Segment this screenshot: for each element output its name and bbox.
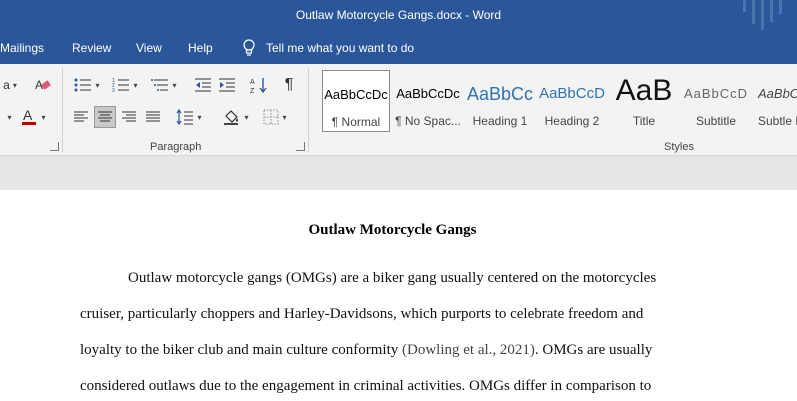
multilevel-list-icon bbox=[151, 79, 169, 91]
paint-bucket-icon bbox=[224, 110, 239, 125]
paragraph-line-4: considered outlaws due to the engagement… bbox=[80, 378, 652, 394]
increase-indent-button[interactable] bbox=[216, 74, 238, 96]
style-title-sample: AaB bbox=[615, 74, 673, 107]
style-subtle-emphasis-sample: AaBbCcD bbox=[758, 86, 797, 101]
title-bar: Outlaw Motorcycle Gangs.docx - Word bbox=[0, 0, 797, 32]
font-color-button[interactable]: A ▾ bbox=[16, 106, 50, 128]
style-normal-sample: AaBbCcDc bbox=[324, 87, 388, 102]
style-heading-1-name: Heading 1 bbox=[472, 114, 528, 128]
styles-gallery: AaBbCcDc ¶ Normal AaBbCcDc ¶ No Spac... … bbox=[318, 70, 797, 132]
style-heading-1-sample: AaBbCc bbox=[466, 84, 534, 104]
citation: (Dowling et al., 2021) bbox=[402, 342, 535, 358]
styles-group-label: Styles bbox=[664, 141, 694, 153]
style-no-spacing-name: ¶ No Spac... bbox=[395, 114, 461, 128]
svg-text:3: 3 bbox=[112, 88, 115, 93]
style-subtitle-sample: AaBbCcD bbox=[683, 86, 749, 101]
increase-indent-icon bbox=[219, 78, 235, 92]
document-page[interactable]: Outlaw Motorcycle Gangs Outlaw motorcycl… bbox=[0, 190, 797, 401]
borders-icon bbox=[263, 109, 279, 125]
highlight-dropdown[interactable]: ▾ bbox=[0, 106, 16, 128]
font-dialog-launcher[interactable] bbox=[50, 142, 59, 151]
show-formatting-button[interactable]: ¶ bbox=[278, 74, 300, 96]
font-size-dropdown[interactable]: a ▾ bbox=[0, 74, 20, 96]
style-title-name: Title bbox=[632, 114, 656, 128]
decrease-indent-icon bbox=[195, 78, 211, 92]
style-subtle-emphasis[interactable]: AaBbCcD Subtle E bbox=[754, 70, 797, 132]
ribbon: a ▾ A ▾ A ▾ ▾ 1 2 3 ▾ ▾ A Z ¶ ▾ ▾ ▾ Para… bbox=[0, 64, 797, 156]
justify-icon bbox=[146, 111, 160, 122]
numbered-list-icon: 1 2 3 bbox=[112, 78, 130, 93]
svg-text:Z: Z bbox=[250, 88, 255, 94]
paragraph-dialog-launcher[interactable] bbox=[296, 142, 305, 151]
style-no-spacing-sample: AaBbCcDc bbox=[396, 86, 460, 101]
paragraph-group-label: Paragraph bbox=[150, 141, 202, 153]
sort-icon: A Z bbox=[250, 78, 267, 94]
align-left-icon bbox=[74, 111, 88, 122]
title-bar-decoration bbox=[743, 0, 785, 30]
eraser-icon: A bbox=[35, 78, 51, 92]
tab-review[interactable]: Review bbox=[72, 41, 111, 55]
style-title[interactable]: AaB Title bbox=[610, 70, 678, 132]
svg-text:A: A bbox=[23, 107, 33, 123]
tab-help[interactable]: Help bbox=[188, 41, 213, 55]
paragraph-line-3: loyalty to the biker club and main cultu… bbox=[80, 342, 652, 359]
style-heading-2[interactable]: AaBbCcD Heading 2 bbox=[538, 70, 606, 132]
lightbulb-icon bbox=[243, 39, 255, 56]
shading-button[interactable]: ▾ bbox=[218, 106, 254, 128]
tab-view[interactable]: View bbox=[136, 41, 162, 55]
decrease-indent-button[interactable] bbox=[192, 74, 214, 96]
line-spacing-icon bbox=[176, 109, 194, 125]
align-left-button[interactable] bbox=[70, 106, 92, 128]
bullet-list-icon bbox=[74, 78, 92, 92]
align-right-icon bbox=[122, 111, 136, 122]
ribbon-tabs: Mailings Review View Help Tell me what y… bbox=[0, 32, 797, 64]
style-subtitle-name: Subtitle bbox=[695, 114, 737, 128]
line-3-text-end: . OMGs are usually bbox=[534, 342, 653, 358]
line-spacing-button[interactable]: ▾ bbox=[172, 106, 206, 128]
clear-formatting-button[interactable]: A bbox=[32, 74, 54, 96]
align-center-button[interactable] bbox=[94, 106, 116, 128]
tell-me-box[interactable]: Tell me what you want to do bbox=[242, 39, 414, 57]
numbering-button[interactable]: 1 2 3 ▾ bbox=[108, 74, 142, 96]
bullets-button[interactable]: ▾ bbox=[70, 74, 104, 96]
sort-button[interactable]: A Z bbox=[248, 74, 270, 96]
ruler-area bbox=[0, 156, 797, 190]
window-title: Outlaw Motorcycle Gangs.docx - Word bbox=[295, 8, 502, 22]
line-3-text: loyalty to the biker club and main cultu… bbox=[80, 342, 402, 358]
paragraph-line-2: cruiser, particularly choppers and Harle… bbox=[80, 306, 644, 322]
svg-text:A: A bbox=[250, 79, 255, 86]
tell-me-label: Tell me what you want to do bbox=[266, 41, 415, 55]
multilevel-list-button[interactable]: ▾ bbox=[146, 74, 182, 96]
align-center-icon bbox=[98, 111, 112, 122]
style-subtle-emphasis-name: Subtle E bbox=[758, 114, 797, 128]
style-subtitle[interactable]: AaBbCcD Subtitle bbox=[682, 70, 750, 132]
tab-mailings[interactable]: Mailings bbox=[0, 41, 44, 55]
style-normal-name: ¶ Normal bbox=[331, 115, 381, 129]
style-no-spacing[interactable]: AaBbCcDc ¶ No Spac... bbox=[394, 70, 462, 132]
paragraph-line-1: Outlaw motorcycle gangs (OMGs) are a bik… bbox=[128, 270, 657, 286]
style-heading-1[interactable]: AaBbCc Heading 1 bbox=[466, 70, 534, 132]
font-color-icon: A bbox=[22, 107, 37, 125]
style-heading-2-sample: AaBbCcD bbox=[539, 85, 605, 102]
borders-button[interactable]: ▾ bbox=[258, 106, 292, 128]
align-right-button[interactable] bbox=[118, 106, 140, 128]
style-normal[interactable]: AaBbCcDc ¶ Normal bbox=[322, 70, 390, 132]
style-heading-2-name: Heading 2 bbox=[544, 114, 600, 128]
pilcrow-icon: ¶ bbox=[284, 76, 294, 93]
document-heading: Outlaw Motorcycle Gangs bbox=[308, 222, 477, 238]
justify-button[interactable] bbox=[142, 106, 164, 128]
